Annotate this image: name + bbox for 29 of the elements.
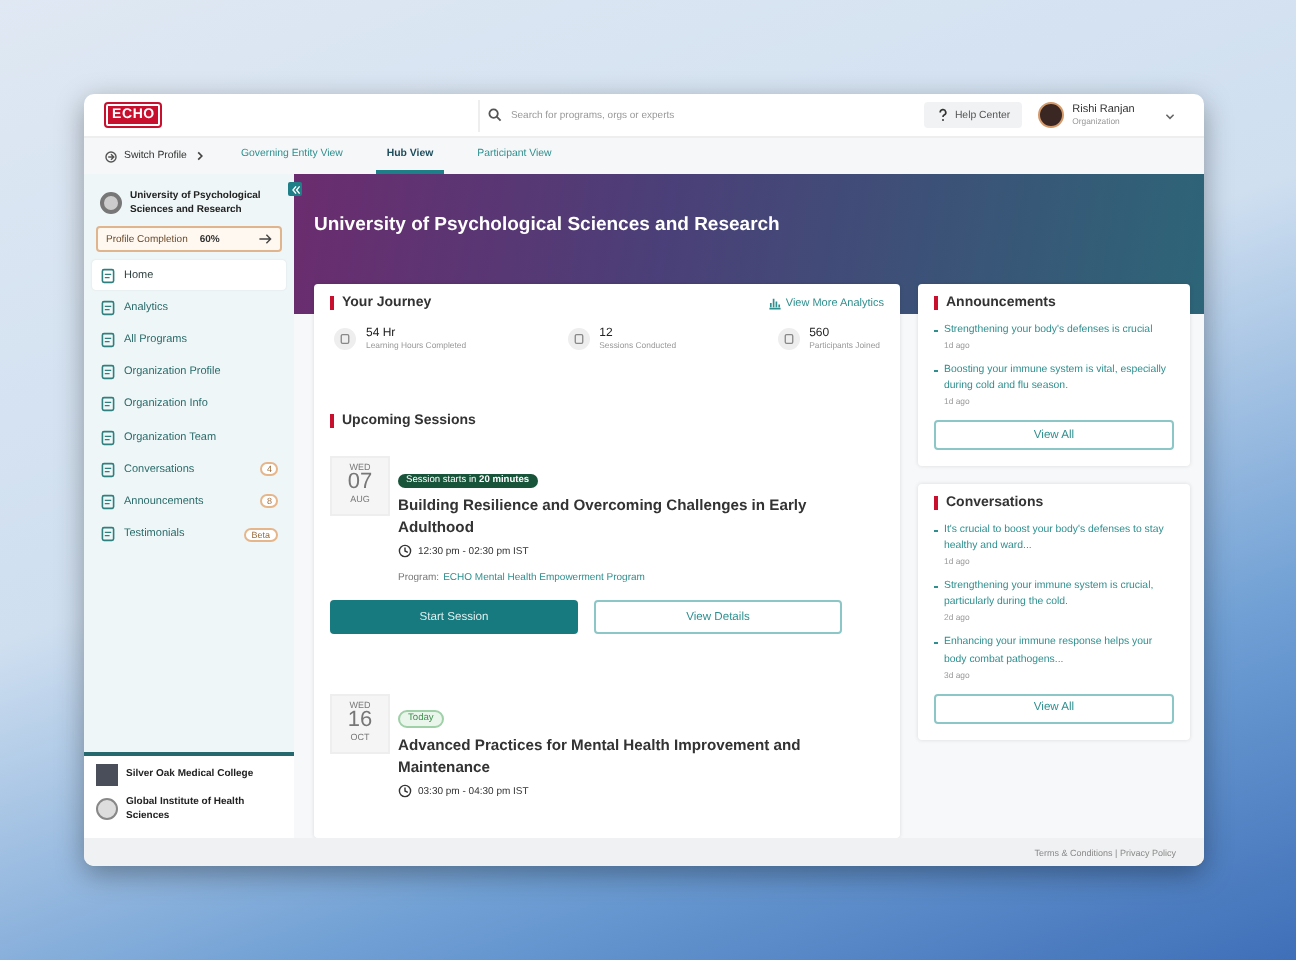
caret-icon [1164,109,1177,121]
circle-icon [777,328,800,350]
circle-icon [334,328,356,350]
page-icon [100,364,116,381]
page-icon [100,461,116,478]
arrow-icon [258,232,272,246]
org-logo [96,764,118,786]
swap-icon [104,149,118,163]
page-icon [100,299,116,316]
avatar [1038,102,1065,128]
page-icon [100,396,116,413]
dash-mark [934,530,938,532]
page-icon [100,267,116,284]
collapse-button[interactable] [288,182,302,196]
clock-icon [398,784,412,798]
page-icon [100,331,116,348]
org-logo [100,192,122,214]
chevron-icon [194,150,207,162]
page-icon [100,493,116,510]
dash-mark [934,370,938,372]
circle-icon [567,328,590,350]
page-icon [100,526,116,543]
page-icon [100,429,116,446]
banner-title: University of Psychological Sciences and Research [314,214,782,236]
bar-chart-icon [767,296,782,310]
clock-icon [398,544,412,558]
org-logo [96,798,118,820]
search-icon [488,108,503,122]
question-mark-icon [936,108,951,122]
